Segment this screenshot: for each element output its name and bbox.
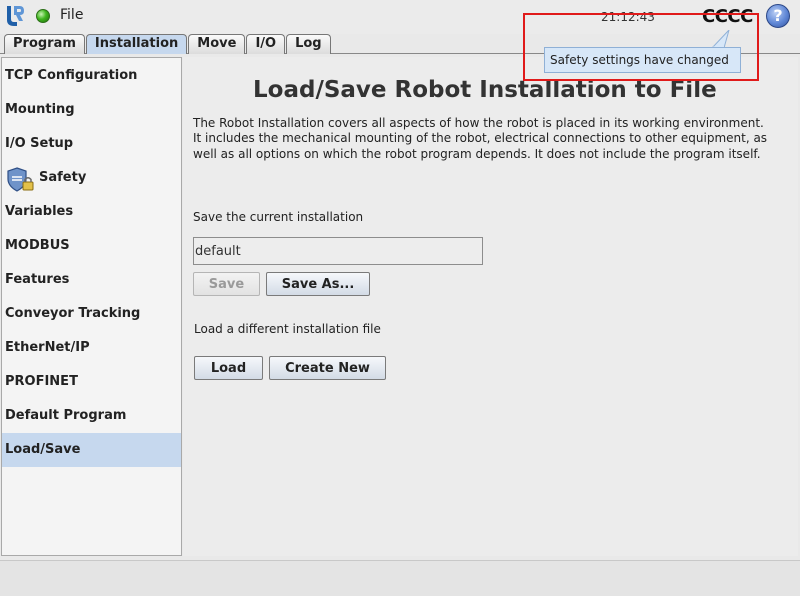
annotation-highlight-box <box>523 13 759 81</box>
sidebar-item-io-setup[interactable]: I/O Setup <box>2 127 181 161</box>
tab-program[interactable]: Program <box>4 34 85 54</box>
save-section-label: Save the current installation <box>193 210 364 224</box>
sidebar-item-mounting[interactable]: Mounting <box>2 93 181 127</box>
create-new-button[interactable]: Create New <box>269 356 386 380</box>
sidebar-item-default-program[interactable]: Default Program <box>2 399 181 433</box>
tab-log[interactable]: Log <box>286 34 331 54</box>
sidebar-item-features[interactable]: Features <box>2 263 181 297</box>
main-tab-bar: Program Installation Move I/O Log <box>4 34 332 54</box>
sidebar-item-profinet[interactable]: PROFINET <box>2 365 181 399</box>
tab-installation[interactable]: Installation <box>85 34 188 54</box>
installation-sidebar: TCP Configuration Mounting I/O Setup Saf… <box>1 57 182 556</box>
file-menu[interactable]: File <box>60 7 83 23</box>
sidebar-item-safety[interactable]: Safety <box>2 161 181 195</box>
sidebar-item-conveyor-tracking[interactable]: Conveyor Tracking <box>2 297 181 331</box>
sidebar-item-label: Safety <box>39 170 87 185</box>
save-as-button[interactable]: Save As... <box>266 272 370 296</box>
load-button[interactable]: Load <box>194 356 263 380</box>
tab-move[interactable]: Move <box>188 34 246 54</box>
sidebar-item-tcp-configuration[interactable]: TCP Configuration <box>2 59 181 93</box>
sidebar-item-load-save[interactable]: Load/Save <box>2 433 181 467</box>
save-button[interactable]: Save <box>193 272 260 296</box>
bottom-bar <box>0 560 800 596</box>
load-section-label: Load a different installation file <box>194 322 381 336</box>
sidebar-item-modbus[interactable]: MODBUS <box>2 229 181 263</box>
sidebar-item-ethernet-ip[interactable]: EtherNet/IP <box>2 331 181 365</box>
page-description: The Robot Installation covers all aspect… <box>193 116 768 161</box>
installation-name-input[interactable] <box>193 237 483 265</box>
safety-shield-lock-icon <box>7 167 34 192</box>
tab-io[interactable]: I/O <box>246 34 286 54</box>
robot-status-icon[interactable] <box>36 9 50 23</box>
sidebar-item-variables[interactable]: Variables <box>2 195 181 229</box>
ur-logo-icon <box>7 6 24 26</box>
help-button[interactable]: ? <box>766 4 790 28</box>
